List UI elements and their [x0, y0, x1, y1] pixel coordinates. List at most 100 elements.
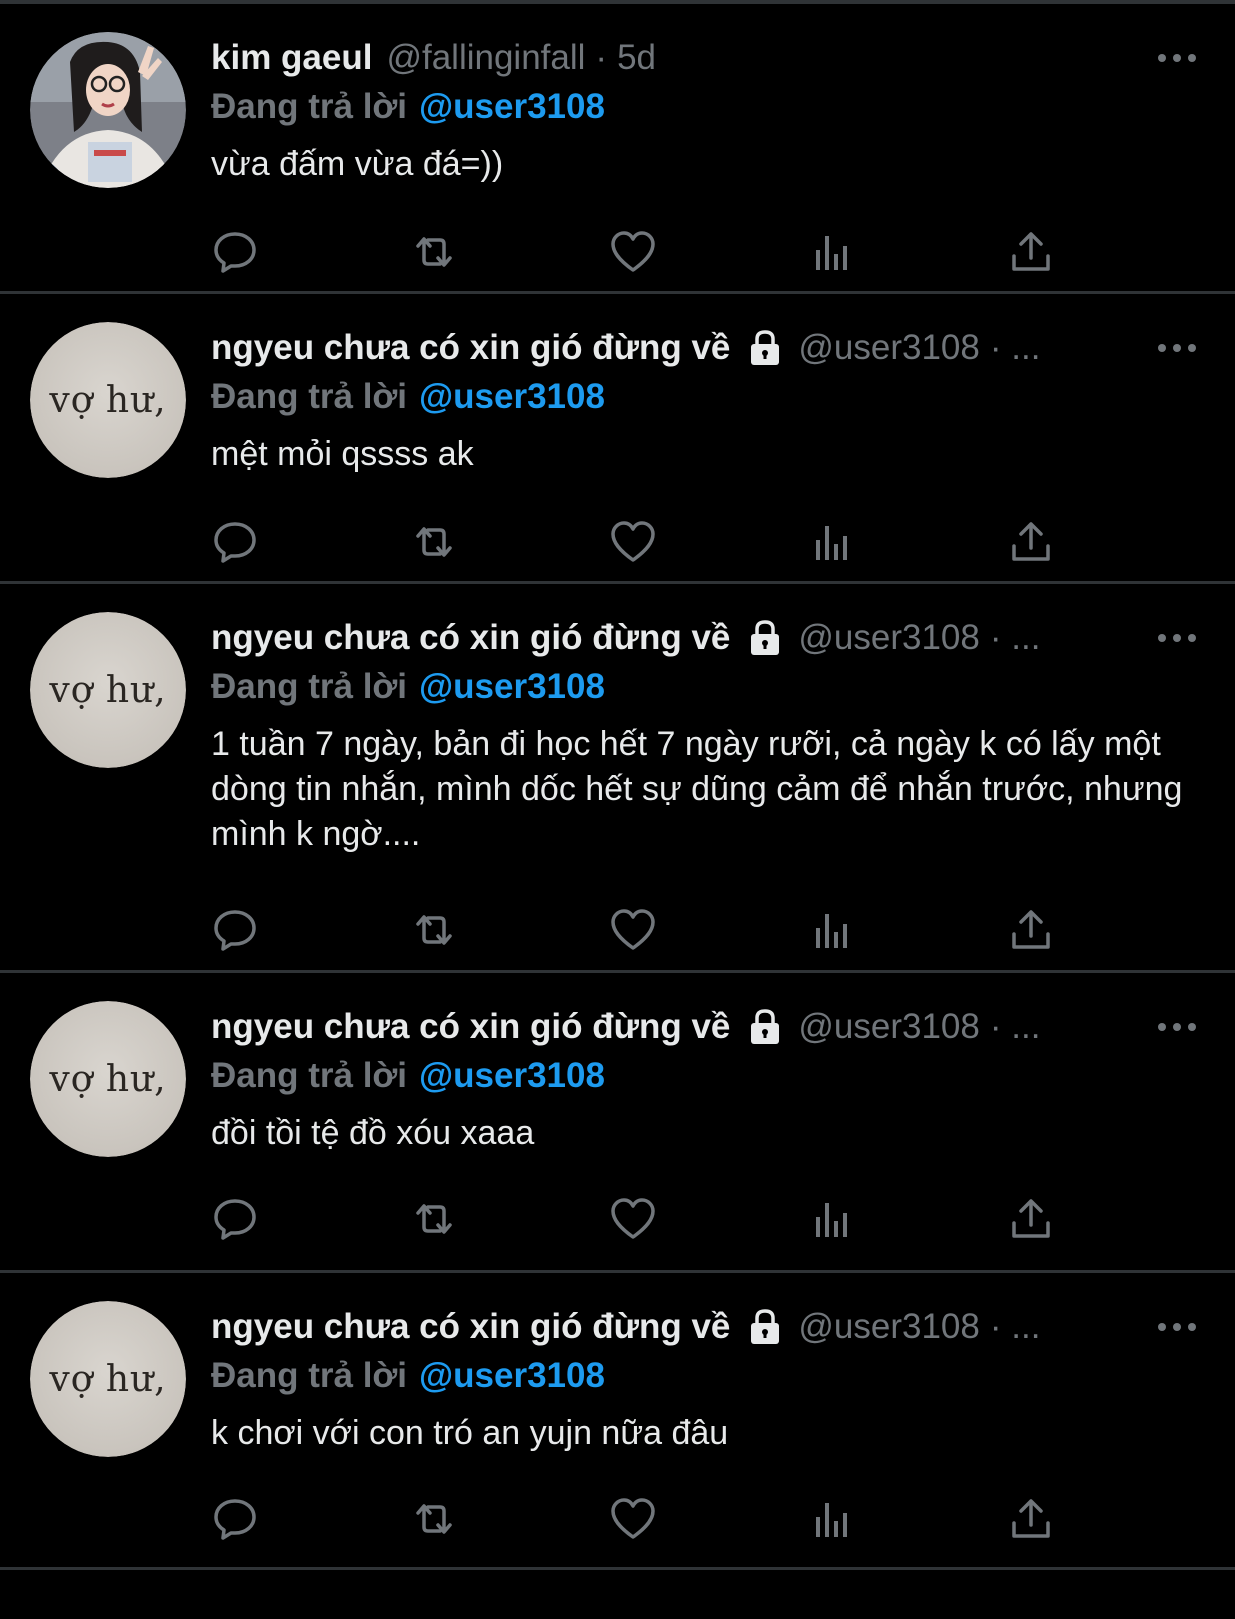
replying-to: Đang trả lời @user3108 [211, 372, 1201, 422]
tweet-actions [209, 226, 1069, 278]
reply-icon[interactable] [209, 516, 261, 568]
lock-icon [751, 330, 780, 365]
separator-dot: · ... [989, 1307, 1041, 1346]
share-icon[interactable] [1005, 226, 1057, 278]
user-handle[interactable]: @user3108 [798, 618, 979, 658]
avatar-text: vợ hư, [49, 669, 167, 711]
tweet-header: ngyeu chưa có xin gió đừng về @user3108 … [211, 614, 1201, 662]
avatar[interactable]: vợ hư, [30, 1001, 186, 1157]
views-icon[interactable] [806, 516, 858, 568]
more-horizontal-icon[interactable] [1157, 48, 1197, 68]
retweet-icon[interactable] [408, 226, 460, 278]
views-icon[interactable] [806, 904, 858, 956]
tweet-content: ngyeu chưa có xin gió đừng về @user3108 … [211, 324, 1201, 477]
avatar[interactable]: vợ hư, [30, 1301, 186, 1457]
tweet[interactable]: vợ hư, ngyeu chưa có xin gió đừng về @us… [0, 973, 1235, 1273]
separator-dot: · ... [989, 618, 1041, 657]
share-icon[interactable] [1005, 516, 1057, 568]
lock-icon [751, 1009, 780, 1044]
timestamp[interactable]: 5d [617, 38, 656, 78]
share-icon[interactable] [1005, 1193, 1057, 1245]
tweet-content: ngyeu chưa có xin gió đừng về @user3108 … [211, 1003, 1201, 1156]
replying-to-user-link[interactable]: @user3108 [419, 1356, 605, 1396]
replying-to-label: Đang trả lời [211, 377, 408, 416]
tweet-actions [209, 1493, 1069, 1545]
share-icon[interactable] [1005, 1493, 1057, 1545]
more-horizontal-icon[interactable] [1157, 628, 1197, 648]
display-name[interactable]: ngyeu chưa có xin gió đừng về [211, 328, 730, 368]
tweet-actions [209, 1193, 1069, 1245]
tweet-actions [209, 904, 1069, 956]
display-name[interactable]: ngyeu chưa có xin gió đừng về [211, 1307, 730, 1347]
views-icon[interactable] [806, 226, 858, 278]
avatar[interactable] [30, 32, 186, 188]
tweet-feed: kim gaeul @fallinginfall · 5d Đang trả l… [0, 4, 1235, 1570]
avatar-text: vợ hư, [49, 379, 167, 421]
avatar[interactable]: vợ hư, [30, 322, 186, 478]
avatar-text: vợ hư, [49, 1358, 167, 1400]
separator-dot: · ... [989, 328, 1041, 367]
like-icon[interactable] [607, 1493, 659, 1545]
user-handle[interactable]: @user3108 [798, 1307, 979, 1347]
display-name[interactable]: ngyeu chưa có xin gió đừng về [211, 618, 730, 658]
tweet-text: k chơi với con tró an yujn nữa đâu [211, 1414, 729, 1452]
replying-to-user-link[interactable]: @user3108 [419, 1056, 605, 1096]
tweet-header: ngyeu chưa có xin gió đừng về @user3108 … [211, 324, 1201, 372]
tweet-text: vừa đấm vừa đá=)) [211, 145, 504, 183]
separator-dot: · [595, 38, 608, 77]
tweet[interactable]: vợ hư, ngyeu chưa có xin gió đừng về @us… [0, 1273, 1235, 1570]
avatar[interactable]: vợ hư, [30, 612, 186, 768]
tweet-text: đồi tồi tệ đồ xóu xaaa [211, 1114, 535, 1152]
replying-to-label: Đang trả lời [211, 1056, 408, 1095]
more-horizontal-icon[interactable] [1157, 1317, 1197, 1337]
retweet-icon[interactable] [408, 1493, 460, 1545]
like-icon[interactable] [607, 904, 659, 956]
replying-to-label: Đang trả lời [211, 87, 408, 126]
display-name[interactable]: ngyeu chưa có xin gió đừng về [211, 1007, 730, 1047]
tweet[interactable]: vợ hư, ngyeu chưa có xin gió đừng về @us… [0, 294, 1235, 584]
display-name[interactable]: kim gaeul [211, 38, 372, 78]
tweet-header: ngyeu chưa có xin gió đừng về @user3108 … [211, 1303, 1201, 1351]
avatar-text: vợ hư, [49, 1058, 167, 1100]
tweet-content: ngyeu chưa có xin gió đừng về @user3108 … [211, 1303, 1201, 1456]
more-horizontal-icon[interactable] [1157, 338, 1197, 358]
tweet-content: kim gaeul @fallinginfall · 5d Đang trả l… [211, 34, 1201, 187]
views-icon[interactable] [806, 1193, 858, 1245]
reply-icon[interactable] [209, 1493, 261, 1545]
separator-dot: · ... [989, 1007, 1041, 1046]
tweet-text: mệt mỏi qssss ak [211, 435, 474, 473]
tweet-text: 1 tuần 7 ngày, bản đi học hết 7 ngày rưỡ… [211, 725, 1183, 853]
user-handle[interactable]: @user3108 [798, 328, 979, 368]
like-icon[interactable] [607, 226, 659, 278]
like-icon[interactable] [607, 1193, 659, 1245]
more-horizontal-icon[interactable] [1157, 1017, 1197, 1037]
lock-icon [751, 620, 780, 655]
replying-to-label: Đang trả lời [211, 667, 408, 706]
replying-to-user-link[interactable]: @user3108 [419, 87, 605, 127]
tweet[interactable]: vợ hư, ngyeu chưa có xin gió đừng về @us… [0, 584, 1235, 973]
reply-icon[interactable] [209, 226, 261, 278]
reply-icon[interactable] [209, 904, 261, 956]
reply-icon[interactable] [209, 1193, 261, 1245]
replying-to: Đang trả lời @user3108 [211, 1051, 1201, 1101]
replying-to: Đang trả lời @user3108 [211, 662, 1201, 712]
replying-to: Đang trả lời @user3108 [211, 1351, 1201, 1401]
retweet-icon[interactable] [408, 516, 460, 568]
tweet-content: ngyeu chưa có xin gió đừng về @user3108 … [211, 614, 1201, 857]
replying-to: Đang trả lời @user3108 [211, 82, 1201, 132]
user-handle[interactable]: @user3108 [798, 1007, 979, 1047]
share-icon[interactable] [1005, 904, 1057, 956]
retweet-icon[interactable] [408, 904, 460, 956]
replying-to-user-link[interactable]: @user3108 [419, 377, 605, 417]
tweet-header: kim gaeul @fallinginfall · 5d [211, 34, 1201, 82]
replying-to-user-link[interactable]: @user3108 [419, 667, 605, 707]
lock-icon [751, 1309, 780, 1344]
tweet-actions [209, 516, 1069, 568]
views-icon[interactable] [806, 1493, 858, 1545]
tweet-header: ngyeu chưa có xin gió đừng về @user3108 … [211, 1003, 1201, 1051]
tweet[interactable]: kim gaeul @fallinginfall · 5d Đang trả l… [0, 4, 1235, 294]
like-icon[interactable] [607, 516, 659, 568]
retweet-icon[interactable] [408, 1193, 460, 1245]
replying-to-label: Đang trả lời [211, 1356, 408, 1395]
user-handle[interactable]: @fallinginfall [386, 38, 585, 78]
